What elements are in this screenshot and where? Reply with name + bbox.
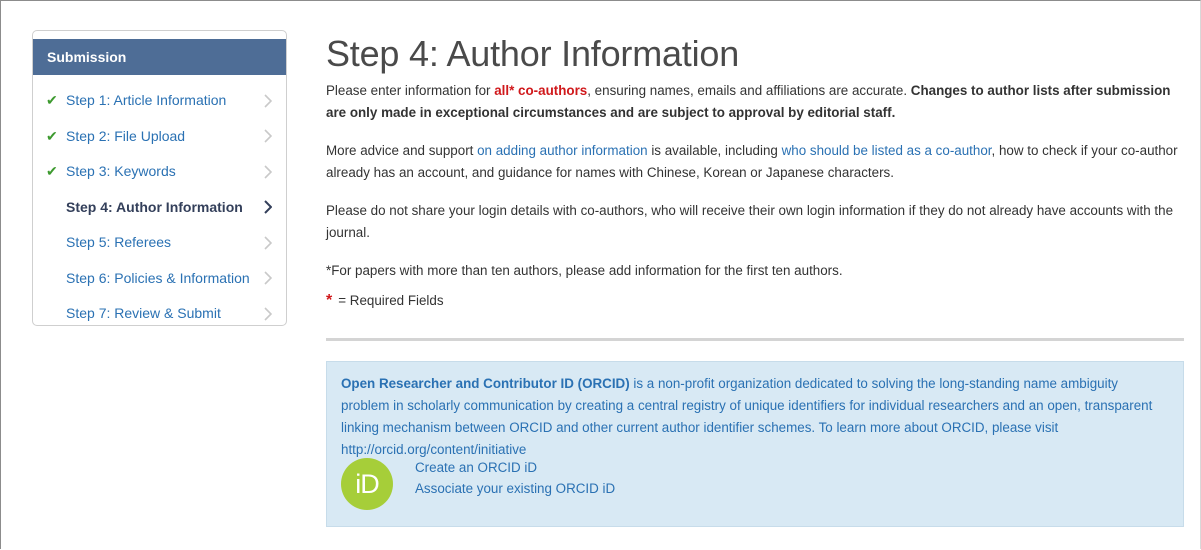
required-star: * [326, 292, 333, 309]
all-coauthors-emphasis: all* co-authors [494, 83, 588, 98]
sidebar-item-step-4[interactable]: Step 4: Author Information [33, 190, 286, 226]
chevron-right-icon [260, 119, 274, 154]
check-icon: ✔ [46, 92, 58, 108]
who-should-be-coauthor-link[interactable]: who should be listed as a co-author [782, 143, 992, 158]
check-icon: ✔ [46, 127, 58, 144]
intro-text: Please enter information for [326, 83, 495, 98]
intro-text-2: , ensuring names, emails and affiliation… [587, 83, 911, 98]
ten-authors-note: *For papers with more than ten authors, … [326, 263, 843, 278]
chevron-right-icon [260, 83, 274, 118]
sidebar-item-step-1[interactable]: ✔ Step 1: Article Information [33, 83, 286, 119]
sidebar-item-label: Step 3: Keywords [66, 163, 176, 179]
orcid-description-bold: Open Researcher and Contributor ID (ORCI… [341, 376, 630, 391]
sidebar-item-label: Step 6: Policies & Information [66, 269, 250, 286]
chevron-right-icon [260, 296, 274, 325]
chevron-right-icon [260, 225, 274, 260]
advice-paragraph: More advice and support on adding author… [326, 140, 1186, 184]
steps-list: ✔ Step 1: Article Information ✔ Step 2: … [33, 83, 286, 325]
section-divider [326, 338, 1184, 341]
sidebar-item-label: Step 2: File Upload [66, 127, 186, 144]
sidebar-item-label: Step 5: Referees [66, 234, 172, 250]
sidebar-item-label: Step 1: Article Information [66, 92, 227, 108]
sidebar-item-step-3[interactable]: ✔ Step 3: Keywords [33, 154, 286, 190]
required-fields-legend: * = Required Fields [326, 290, 1186, 312]
intro-paragraph: Please enter information for all* co-aut… [326, 80, 1186, 124]
sidebar-item-step-2[interactable]: ✔ Step 2: File Upload [33, 119, 286, 155]
associate-orcid-link[interactable]: Associate your existing ORCID iD [415, 478, 815, 499]
sidebar-header: Submission [33, 39, 286, 75]
submission-sidebar: Submission ✔ Step 1: Article Information… [32, 30, 287, 326]
sidebar-item-step-6[interactable]: Step 6: Policies & Information [33, 261, 286, 297]
sidebar-item-step-7[interactable]: Step 7: Review & Submit [33, 296, 286, 325]
check-icon: ✔ [46, 163, 58, 179]
advice-text: More advice and support [326, 143, 478, 158]
orcid-logo-icon: iD [341, 458, 393, 510]
advice-text-2: is available, including [647, 143, 782, 158]
sidebar-item-step-5[interactable]: Step 5: Referees [33, 225, 286, 261]
chevron-right-icon [260, 261, 274, 296]
orcid-links: Create an ORCID iD Associate your existi… [415, 457, 815, 499]
page-title: Step 4: Author Information [326, 33, 740, 74]
main-content: Step 4: Author Information Please enter … [326, 32, 1186, 312]
adding-author-info-link[interactable]: on adding author information [477, 143, 647, 158]
login-sharing-paragraph: Please do not share your login details w… [326, 203, 1174, 240]
orcid-info-box: Open Researcher and Contributor ID (ORCI… [326, 361, 1184, 527]
sidebar-item-label: Step 7: Review & Submit [66, 305, 221, 321]
orcid-description: Open Researcher and Contributor ID (ORCI… [341, 373, 1169, 461]
required-fields-text: = Required Fields [338, 293, 444, 308]
sidebar-item-label: Step 4: Author Information [66, 198, 243, 215]
create-orcid-link[interactable]: Create an ORCID iD [415, 457, 815, 478]
chevron-right-icon [260, 190, 274, 225]
chevron-right-icon [260, 154, 274, 189]
